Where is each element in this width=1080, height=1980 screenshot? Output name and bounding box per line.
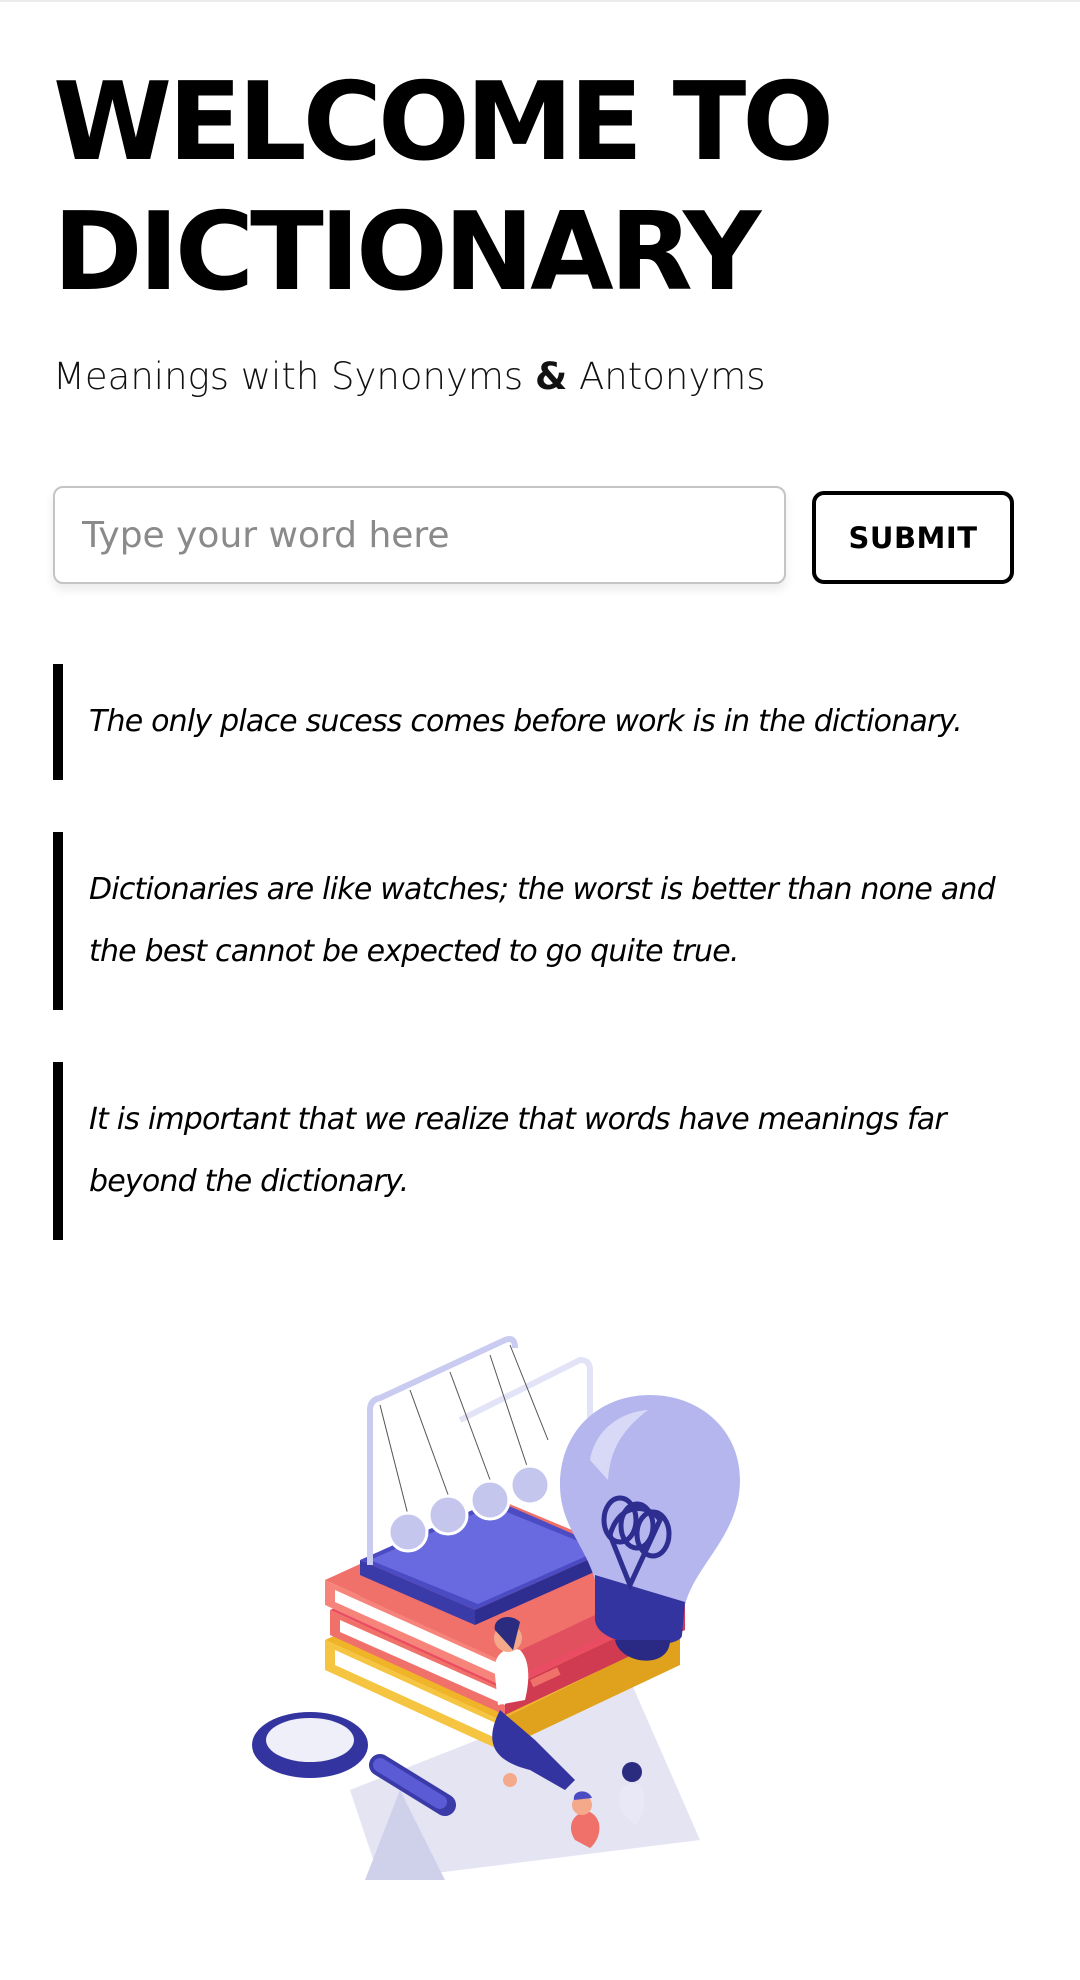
word-search-input[interactable] <box>53 486 786 584</box>
submit-button[interactable]: SUBMIT <box>812 491 1014 584</box>
page-subtitle: Meanings with Synonyms & Antonyms <box>53 355 766 398</box>
quote-text-1: The only place sucess comes before work … <box>89 704 963 739</box>
subtitle-part-2: Antonyms <box>567 355 766 398</box>
magnifier-icon <box>252 1712 456 1816</box>
subtitle-part-1: Meanings with Synonyms <box>53 355 535 398</box>
top-divider <box>0 0 1080 2</box>
dictionary-page: WELCOME TO DICTIONARY Meanings with Syno… <box>0 0 1080 1980</box>
subtitle-ampersand: & <box>534 355 568 398</box>
title-line-1: WELCOME TO <box>53 60 834 185</box>
quote-block-2: Dictionaries are like watches; the worst… <box>53 832 1013 1010</box>
quote-block-1: The only place sucess comes before work … <box>53 664 1013 780</box>
quote-text-2: Dictionaries are like watches; the worst… <box>89 872 996 969</box>
books-lightbulb-illustration <box>252 1336 740 1880</box>
quote-text-3: It is important that we realize that wor… <box>89 1102 947 1199</box>
quote-block-3: It is important that we realize that wor… <box>53 1062 1013 1240</box>
title-line-2: DICTIONARY <box>53 190 761 315</box>
page-title: WELCOME TO DICTIONARY <box>53 58 1053 318</box>
